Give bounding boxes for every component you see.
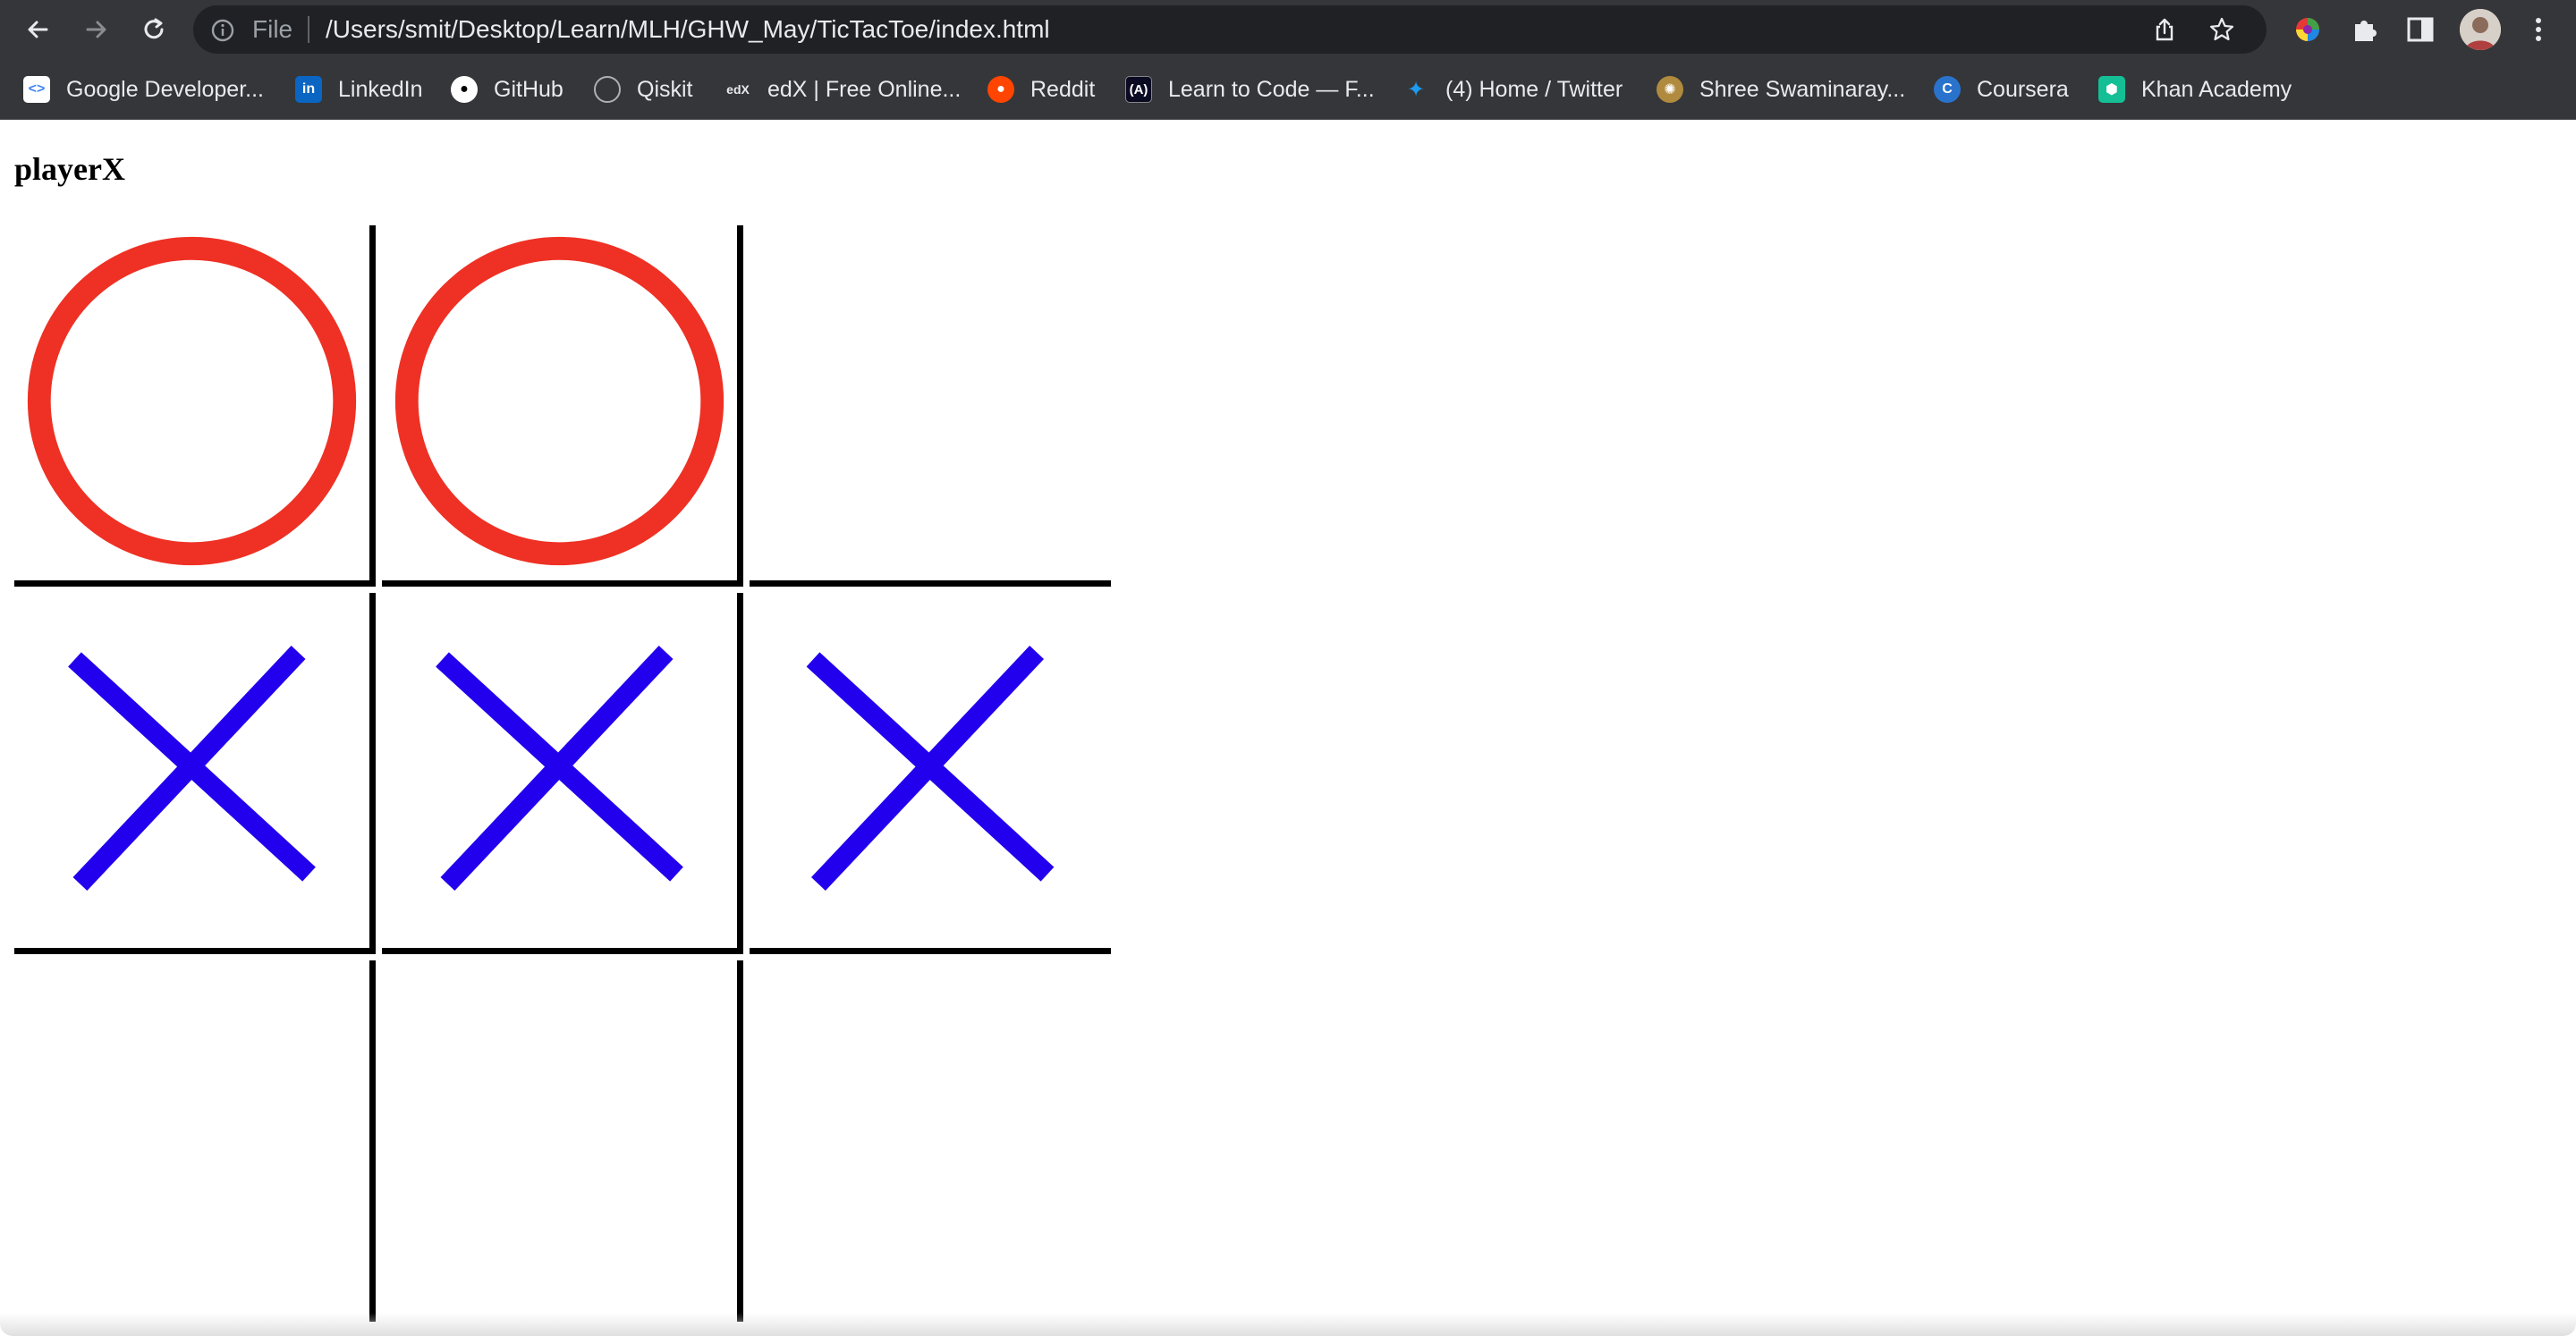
bookmark-label: GitHub	[494, 76, 564, 102]
window-bottom-edge	[0, 1313, 2576, 1336]
coursera-icon: C	[1934, 76, 1961, 103]
more-menu-icon[interactable]	[2522, 13, 2555, 46]
info-icon[interactable]	[211, 19, 234, 42]
bookmark-label: Google Developer...	[66, 76, 264, 102]
bookmark-label: Learn to Code — F...	[1168, 76, 1375, 102]
bookmark-github[interactable]: ● GitHub	[451, 73, 564, 106]
reddit-icon: ●	[987, 76, 1014, 103]
x-mark-icon	[68, 646, 316, 892]
forward-button[interactable]	[77, 10, 116, 49]
freecodecamp-icon: (A)	[1125, 76, 1152, 103]
bookmarks-bar: <> Google Developer... in LinkedIn ● Git…	[0, 59, 2576, 120]
swaminarayan-icon: ✺	[1657, 76, 1683, 103]
address-divider	[308, 16, 309, 43]
side-panel-icon[interactable]	[2404, 13, 2436, 46]
bookmark-star-icon[interactable]	[2209, 17, 2234, 42]
reload-icon	[144, 18, 164, 39]
bookmark-label: Coursera	[1977, 76, 2069, 102]
bookmark-khan-academy[interactable]: ⬢ Khan Academy	[2098, 73, 2292, 106]
board-cell-2-2[interactable]	[750, 960, 1111, 1322]
bookmark-label: LinkedIn	[338, 76, 423, 102]
bookmark-swaminarayan[interactable]: ✺ Shree Swaminaray...	[1657, 73, 1905, 106]
bookmark-label: Qiskit	[637, 76, 693, 102]
o-mark-icon	[394, 236, 724, 566]
edx-icon: edX	[726, 82, 750, 97]
bookmark-label: (4) Home / Twitter	[1445, 76, 1623, 102]
bookmark-qiskit[interactable]: Qiskit	[594, 73, 693, 106]
board-cell-1-1[interactable]	[382, 593, 743, 954]
o-mark-icon	[27, 236, 357, 566]
profile-avatar[interactable]	[2460, 9, 2501, 50]
board-cell-2-0[interactable]	[14, 960, 376, 1322]
player-turn-label: playerX	[14, 151, 125, 187]
bookmark-google-developers[interactable]: <> Google Developer...	[23, 73, 264, 106]
color-extension-icon[interactable]	[2292, 13, 2324, 46]
share-icon[interactable]	[2152, 17, 2177, 42]
extensions-puzzle-icon[interactable]	[2349, 13, 2381, 46]
bookmark-edx[interactable]: edX edX | Free Online...	[724, 73, 961, 106]
board-cell-1-2[interactable]	[750, 593, 1111, 954]
back-button[interactable]	[18, 10, 57, 49]
linkedin-icon: in	[295, 76, 322, 103]
board-cell-0-0[interactable]	[14, 225, 376, 587]
github-icon: ●	[451, 76, 478, 103]
url-text[interactable]: /Users/smit/Desktop/Learn/MLH/GHW_May/Ti…	[326, 5, 1050, 54]
reload-button[interactable]	[134, 10, 174, 49]
bookmark-label: Reddit	[1030, 76, 1096, 102]
bookmark-label: Khan Academy	[2141, 76, 2292, 102]
back-arrow-icon	[28, 21, 48, 38]
google-developers-icon: <>	[23, 76, 50, 103]
twitter-icon: ✦	[1406, 77, 1426, 102]
x-mark-icon	[806, 646, 1055, 892]
bookmark-freecodecamp[interactable]: (A) Learn to Code — F...	[1125, 73, 1375, 106]
board-cell-2-1[interactable]	[382, 960, 743, 1322]
avatar-icon	[2460, 9, 2501, 50]
bookmark-coursera[interactable]: C Coursera	[1934, 73, 2069, 106]
bookmark-label: Shree Swaminaray...	[1699, 76, 1906, 102]
url-scheme-label: File	[252, 15, 293, 43]
qiskit-icon	[594, 76, 621, 103]
browser-toolbar: File /Users/smit/Desktop/Learn/MLH/GHW_M…	[0, 0, 2576, 59]
bookmark-twitter[interactable]: ✦ (4) Home / Twitter	[1402, 73, 1623, 106]
tic-tac-toe-board	[14, 225, 1111, 1325]
board-cell-0-2[interactable]	[750, 225, 1111, 587]
bookmark-reddit[interactable]: ● Reddit	[987, 73, 1095, 106]
bookmark-label: edX | Free Online...	[767, 76, 962, 102]
bookmark-linkedin[interactable]: in LinkedIn	[295, 73, 423, 106]
page-content: playerX	[0, 120, 2576, 1336]
board-cell-0-1[interactable]	[382, 225, 743, 587]
board-cell-1-0[interactable]	[14, 593, 376, 954]
address-bar[interactable]: File /Users/smit/Desktop/Learn/MLH/GHW_M…	[193, 5, 2267, 54]
khan-academy-icon: ⬢	[2098, 76, 2125, 103]
forward-arrow-icon	[86, 21, 106, 38]
x-mark-icon	[436, 646, 683, 892]
